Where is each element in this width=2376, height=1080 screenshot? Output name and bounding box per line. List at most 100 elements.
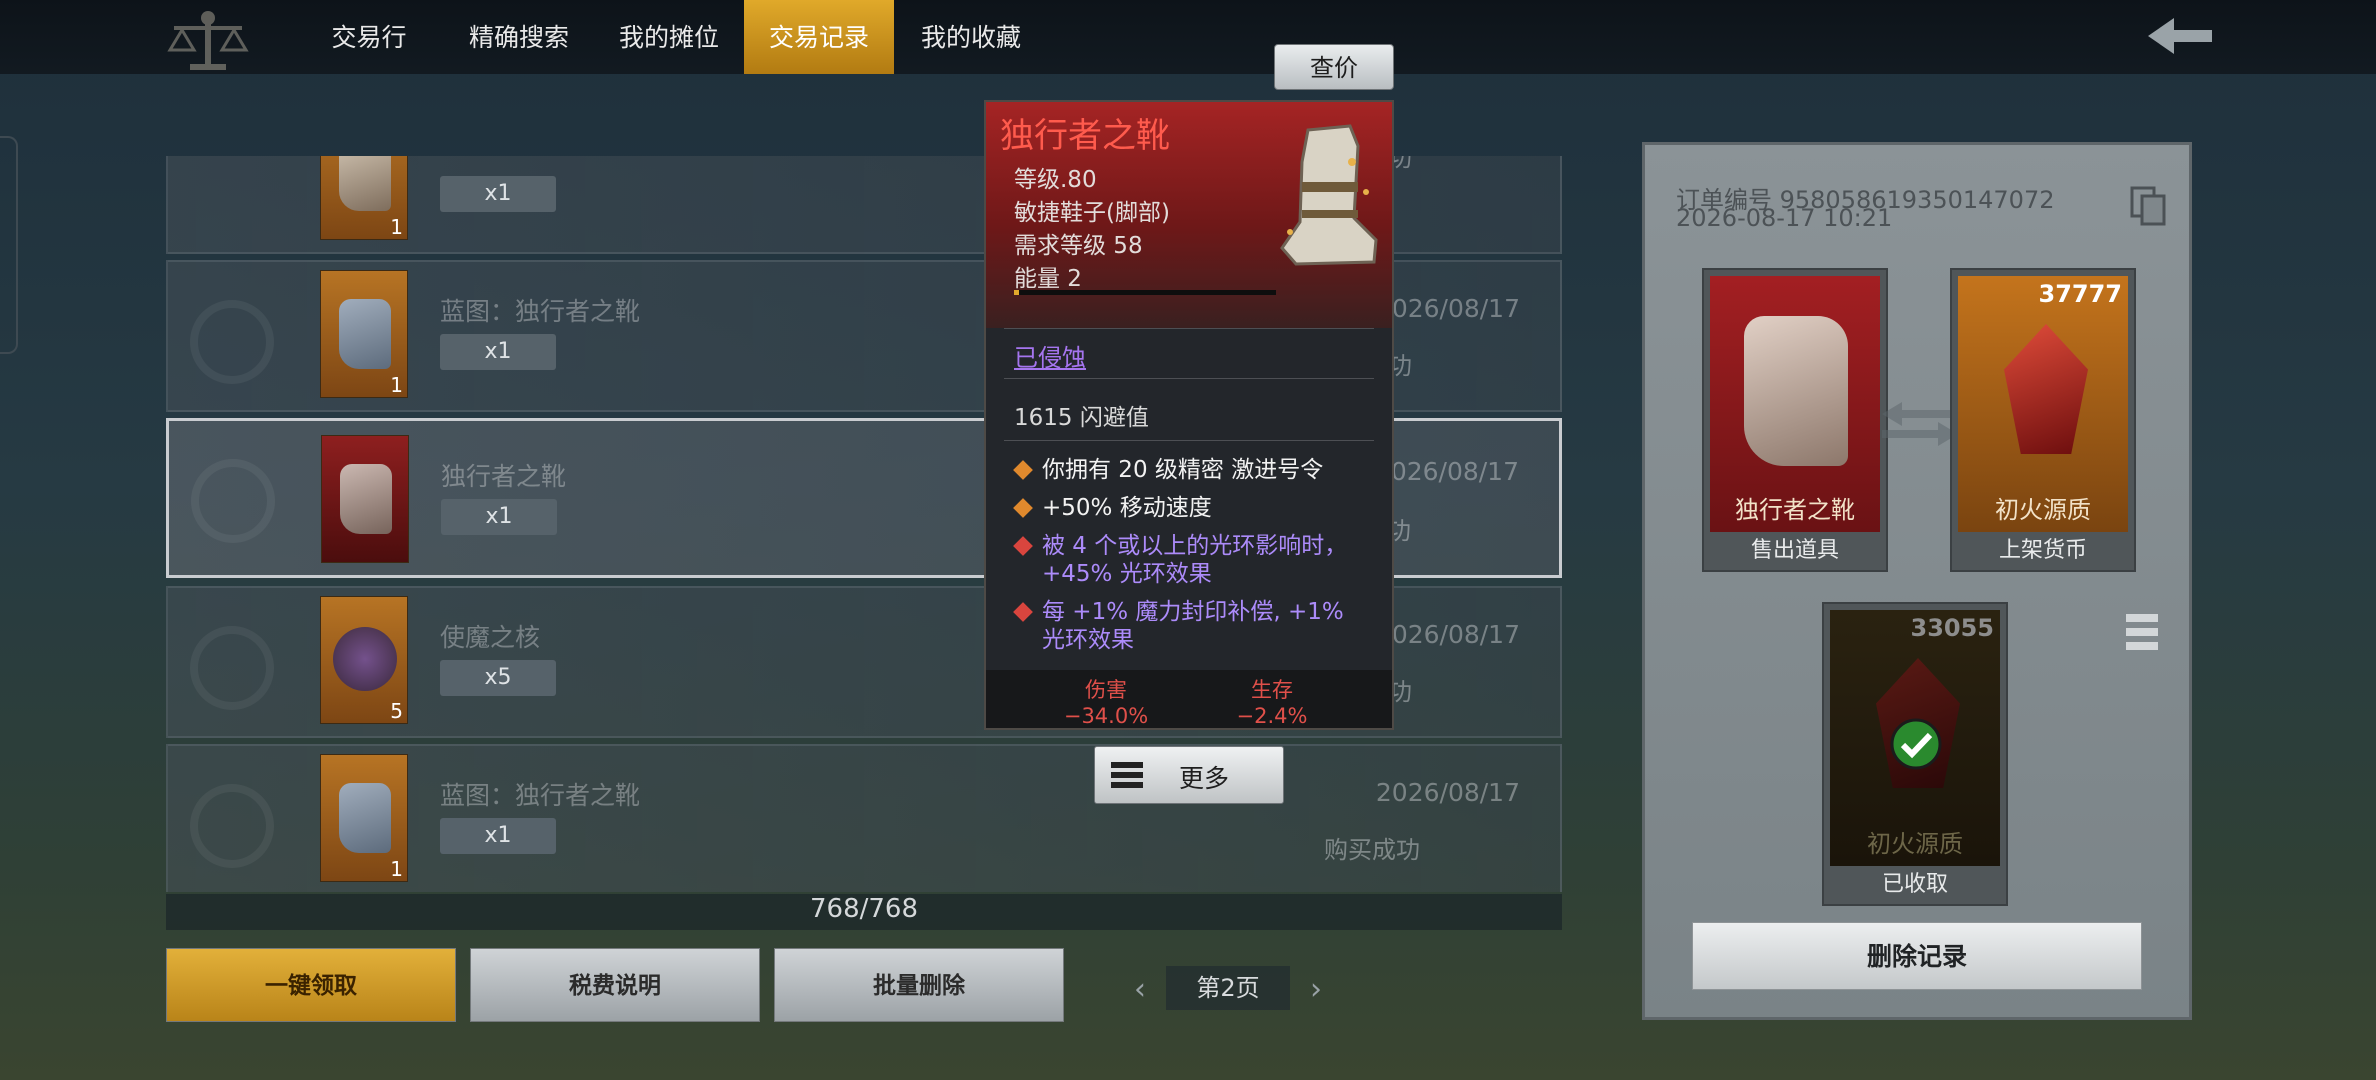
item-thumbnail: 5 xyxy=(320,596,408,724)
item-name: 蓝图：独行者之靴 xyxy=(440,297,641,326)
next-page-icon[interactable]: › xyxy=(1310,972,1322,1007)
more-label: 更多 xyxy=(1179,764,1230,793)
row-emblem-icon xyxy=(190,300,274,384)
received-caption: 已收取 xyxy=(1881,872,1948,897)
tab-precise-search[interactable]: 精确搜索 xyxy=(452,0,586,74)
tooltip-header: 独行者之靴 等级.80 敏捷鞋子(脚部) 需求等级 58 能量 2 xyxy=(986,102,1392,328)
affix-diamond-icon xyxy=(1013,498,1033,518)
row-emblem-icon xyxy=(191,459,275,543)
exchange-arrows-icon xyxy=(1882,402,1958,446)
item-type: 敏捷鞋子(脚部) xyxy=(1014,200,1170,226)
trade-status: 购买成功 xyxy=(1324,836,1420,864)
boot-icon xyxy=(1744,316,1848,466)
item-count: 5 xyxy=(390,699,403,723)
survival-label: 生存 xyxy=(1251,678,1293,702)
back-arrow-icon[interactable] xyxy=(2144,14,2216,58)
trade-date: 026/08/17 xyxy=(1390,457,1519,486)
energy-bar-fill xyxy=(1014,290,1020,295)
currency-caption: 上架货币 xyxy=(1998,538,2087,563)
blueprint-boot-icon xyxy=(339,299,391,369)
damage-compare: 伤害 −34.0% xyxy=(1026,674,1186,728)
boot-icon xyxy=(1280,124,1378,266)
boot-icon xyxy=(339,156,391,211)
item-name: 使魔之核 xyxy=(440,623,541,652)
item-tooltip: 独行者之靴 等级.80 敏捷鞋子(脚部) 需求等级 58 能量 2 已侵蚀 16… xyxy=(984,100,1394,730)
check-icon xyxy=(1890,718,1942,770)
claim-all-button[interactable]: 一键领取 xyxy=(166,948,456,1022)
received-name: 初火源质 xyxy=(1867,830,1963,858)
side-drawer-handle[interactable] xyxy=(0,136,18,354)
divider xyxy=(1004,440,1374,441)
item-thumbnail: 1 xyxy=(320,270,408,398)
more-button[interactable]: 更多 xyxy=(1094,746,1284,804)
tab-trade-history[interactable]: 交易记录 xyxy=(744,0,894,74)
list-item[interactable]: 1 蓝图：独行者之靴 x1 2026/08/17 购买成功 xyxy=(166,744,1562,892)
affix-diamond-icon xyxy=(1013,602,1033,622)
trade-date: 2026/08/17 xyxy=(1375,778,1520,807)
currency-name: 初火源质 xyxy=(1995,496,2091,524)
affix-line: 被 4 个或以上的光环影响时，+45% 光环效果 xyxy=(1042,533,1348,587)
page-label: 第2页 xyxy=(1166,966,1290,1010)
item-thumbnail: 1 xyxy=(320,754,408,882)
energy-bar xyxy=(1014,290,1276,295)
item-level: 等级.80 xyxy=(1014,167,1097,193)
item-thumbnail xyxy=(321,435,409,563)
tax-info-button[interactable]: 税费说明 xyxy=(470,948,760,1022)
damage-value: −34.0% xyxy=(1063,704,1149,728)
trade-date: 026/08/17 xyxy=(1391,294,1520,323)
menu-list-icon[interactable] xyxy=(2126,612,2158,652)
pagination: ‹ 第2页 › xyxy=(1128,966,1328,1010)
scales-logo-icon xyxy=(167,11,249,70)
delete-record-button[interactable]: 删除记录 xyxy=(1692,922,2142,990)
fire-crystal-icon xyxy=(2004,324,2088,454)
menu-icon xyxy=(1111,762,1143,788)
item-energy: 能量 2 xyxy=(1014,266,1082,292)
affix-diamond-icon xyxy=(1013,536,1033,556)
item-count: 1 xyxy=(390,857,403,881)
order-time: 2026-08-17 10:21 xyxy=(1676,204,1893,232)
affix-line: 每 +1% 魔力封印补偿, +1% 光环效果 xyxy=(1042,599,1344,653)
row-emblem-icon xyxy=(190,626,274,710)
copy-icon[interactable] xyxy=(2130,186,2166,226)
item-name: 独行者之靴 xyxy=(441,462,567,491)
tab-my-stall[interactable]: 我的摊位 xyxy=(604,0,734,74)
corrupted-status[interactable]: 已侵蚀 xyxy=(1014,338,1086,373)
quantity-badge: x1 xyxy=(441,499,557,535)
prev-page-icon[interactable]: ‹ xyxy=(1134,972,1146,1007)
tab-my-favorites[interactable]: 我的收藏 xyxy=(906,0,1036,74)
sold-item-card[interactable]: 独行者之靴 售出道具 xyxy=(1702,268,1888,572)
batch-delete-button[interactable]: 批量删除 xyxy=(774,948,1064,1022)
trade-date: 026/08/17 xyxy=(1391,620,1520,649)
sold-item-caption: 售出道具 xyxy=(1750,538,1839,563)
divider xyxy=(1004,378,1374,379)
damage-label: 伤害 xyxy=(1085,678,1127,702)
divider xyxy=(1004,328,1374,329)
sold-item-name: 独行者之靴 xyxy=(1735,496,1855,524)
comparison-footer: 伤害 −34.0% 生存 −2.4% xyxy=(986,670,1392,728)
received-amount: 33055 xyxy=(1910,614,1995,642)
tab-auction-house[interactable]: 交易行 xyxy=(310,0,428,74)
price-check-button[interactable]: 查价 xyxy=(1274,44,1394,90)
listing-currency-card[interactable]: 37777 初火源质 上架货币 xyxy=(1950,268,2136,572)
survival-value: −2.4% xyxy=(1236,704,1308,728)
blueprint-boot-icon xyxy=(339,783,391,853)
received-card[interactable]: 33055 初火源质 已收取 xyxy=(1822,602,2008,906)
boot-icon xyxy=(340,464,392,534)
quantity-badge: x1 xyxy=(440,176,556,212)
item-required-level: 需求等级 58 xyxy=(1014,233,1143,259)
quantity-badge: x5 xyxy=(440,660,556,696)
quantity-badge: x1 xyxy=(440,818,556,854)
item-title: 独行者之靴 xyxy=(1000,116,1170,156)
affix-line: 你拥有 20 级精密 激进号令 xyxy=(1042,457,1324,483)
item-count: 1 xyxy=(390,215,403,239)
item-count: 1 xyxy=(390,373,403,397)
item-name: 蓝图：独行者之靴 xyxy=(440,781,641,810)
affix-diamond-icon xyxy=(1013,460,1033,480)
item-thumbnail: 1 xyxy=(320,156,408,240)
record-count: 768/768 xyxy=(166,894,1562,930)
currency-amount: 37777 xyxy=(2038,280,2123,308)
affix-line: +50% 移动速度 xyxy=(1042,495,1212,521)
core-orb-icon xyxy=(333,627,397,691)
quantity-badge: x1 xyxy=(440,334,556,370)
survival-compare: 生存 −2.4% xyxy=(1192,674,1352,728)
